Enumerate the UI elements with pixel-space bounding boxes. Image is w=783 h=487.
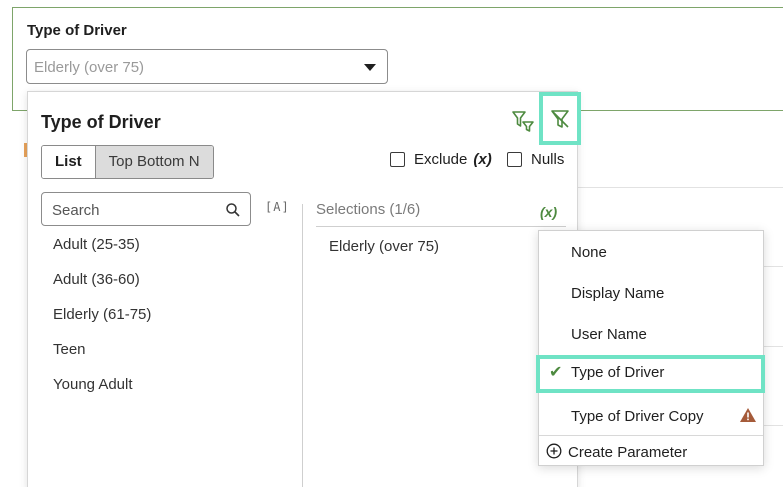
- selections-header: Selections (1/6): [316, 201, 421, 218]
- exclude-checkbox[interactable]: Exclude (x): [390, 151, 492, 168]
- background-divider: [578, 187, 783, 188]
- menu-item-label: User Name: [571, 326, 647, 343]
- add-circle-icon[interactable]: [546, 443, 562, 459]
- checkmark-icon: ✔: [549, 364, 563, 381]
- filter-title: Type of Driver: [27, 22, 127, 39]
- selection-item[interactable]: Elderly (over 75): [329, 238, 439, 255]
- exclude-label: Exclude: [414, 151, 468, 168]
- column-divider: [302, 204, 303, 487]
- create-parameter-button[interactable]: Create Parameter: [568, 444, 687, 461]
- selections-expression-icon[interactable]: (x): [540, 204, 557, 220]
- list-item[interactable]: Adult (36-60): [53, 272, 151, 307]
- case-sensitive-toggle[interactable]: [A]: [265, 200, 290, 214]
- filter-dropdown-value: Elderly (over 75): [34, 59, 145, 76]
- filter-clear-icon: [551, 109, 569, 128]
- menu-item-label: Type of Driver Copy: [571, 408, 704, 425]
- list-item[interactable]: Adult (25-35): [53, 237, 151, 272]
- search-icon[interactable]: [225, 202, 241, 218]
- menu-item-label: Type of Driver: [571, 364, 665, 381]
- filter-dropdown[interactable]: Elderly (over 75): [26, 49, 388, 84]
- chevron-down-icon: [364, 64, 376, 71]
- checkbox-box[interactable]: [390, 152, 405, 167]
- filter-settings-icon[interactable]: [511, 109, 535, 133]
- mode-tabs: List Top Bottom N: [41, 145, 214, 179]
- filter-clear-button[interactable]: [539, 92, 581, 145]
- warning-icon: [740, 408, 756, 422]
- checkbox-box[interactable]: [507, 152, 522, 167]
- selections-divider: [316, 226, 566, 227]
- exclude-expression-icon[interactable]: (x): [473, 151, 491, 168]
- search-placeholder: Search: [52, 202, 100, 219]
- nulls-label: Nulls: [531, 151, 565, 168]
- menu-divider: [539, 435, 763, 436]
- binding-menu: None Display Name User Name ✔ Type of Dr…: [536, 230, 765, 466]
- tab-top-bottom-n[interactable]: Top Bottom N: [94, 146, 213, 178]
- menu-item-type-of-driver[interactable]: ✔ Type of Driver: [536, 355, 765, 393]
- list-item[interactable]: Elderly (61-75): [53, 307, 151, 342]
- list-item[interactable]: Young Adult: [53, 377, 151, 412]
- menu-item-label: None: [571, 244, 607, 261]
- filter-popup: Type of Driver List Top Bottom N Exclude…: [27, 91, 581, 487]
- values-list: Adult (25-35) Adult (36-60) Elderly (61-…: [53, 237, 151, 412]
- nulls-checkbox[interactable]: Nulls: [507, 151, 564, 168]
- list-item[interactable]: Teen: [53, 342, 151, 377]
- popup-title: Type of Driver: [41, 112, 161, 132]
- tab-list[interactable]: List: [42, 146, 95, 178]
- menu-item-label: Display Name: [571, 285, 665, 302]
- search-input[interactable]: Search: [41, 192, 251, 226]
